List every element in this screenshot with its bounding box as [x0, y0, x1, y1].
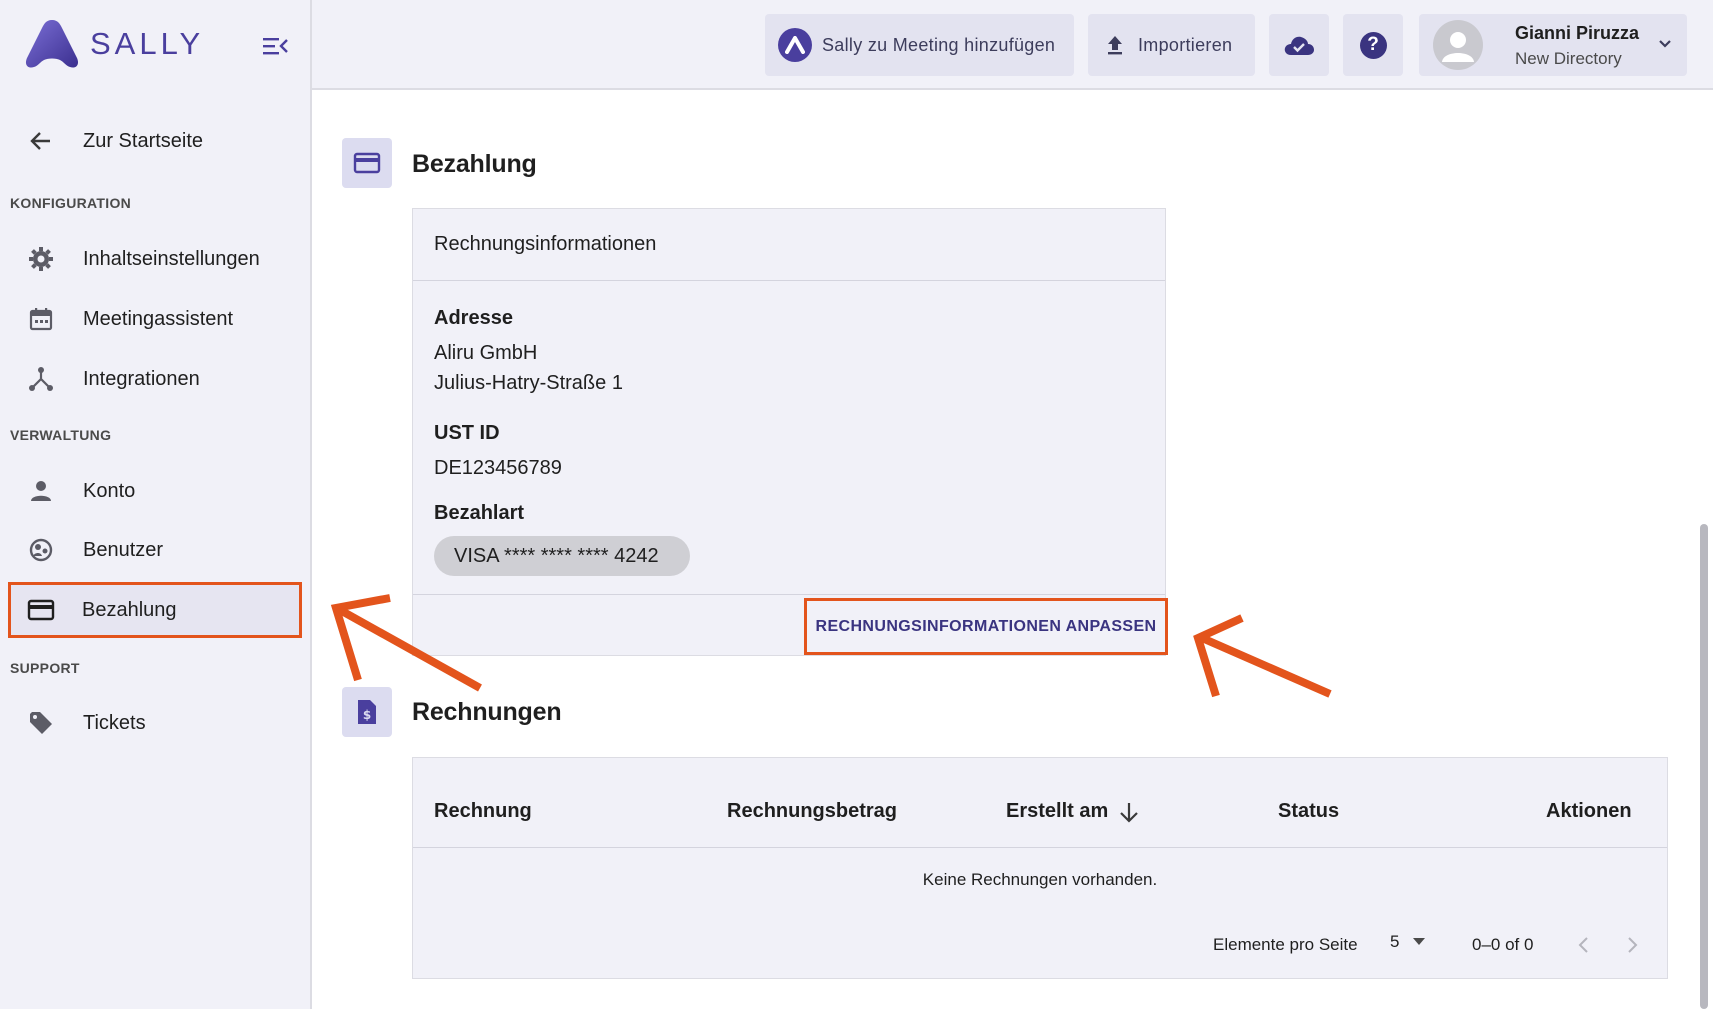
prev-page-icon[interactable]	[1577, 936, 1589, 954]
nav-back-label: Zur Startseite	[83, 129, 204, 152]
nav-meeting-label: Meetingassistent	[83, 307, 234, 330]
user-name: Gianni Piruzza	[1515, 23, 1640, 43]
credit-card-icon	[26, 595, 56, 625]
nav-benutzer[interactable]: Benutzer	[8, 523, 302, 577]
nav-benutzer-label: Benutzer	[83, 538, 164, 561]
adjust-billing-info-button[interactable]: RECHNUNGSINFORMATIONEN ANPASSEN	[804, 598, 1168, 655]
caret-down-icon	[1413, 938, 1426, 945]
cloud-done-icon	[1284, 36, 1314, 55]
tag-icon	[26, 708, 56, 738]
invoice-icon: $	[358, 700, 376, 724]
payment-method-chip: VISA **** **** **** 4242	[434, 536, 690, 576]
nav-bezahlung[interactable]: Bezahlung	[8, 582, 302, 638]
cloud-sync-button[interactable]	[1269, 14, 1329, 76]
col-created[interactable]: Erstellt am	[1006, 800, 1108, 823]
credit-card-icon	[353, 152, 381, 174]
import-label: Importieren	[1138, 34, 1233, 55]
pagination-range: 0–0 of 0	[1472, 935, 1534, 954]
collapse-menu-button[interactable]	[262, 34, 288, 58]
upload-icon	[1106, 34, 1124, 56]
address-line2: Julius-Hatry-Straße 1	[434, 372, 623, 394]
ust-value: DE123456789	[434, 457, 562, 479]
payment-title: Bezahlung	[412, 150, 537, 178]
empty-state-text: Keine Rechnungen vorhanden.	[922, 870, 1158, 889]
user-directory: New Directory	[1515, 49, 1622, 68]
ust-label: UST ID	[434, 422, 500, 444]
avatar	[1433, 20, 1483, 70]
nav-tickets[interactable]: Tickets	[8, 696, 302, 750]
nav-konto-label: Konto	[83, 479, 136, 502]
help-button[interactable]: ?	[1343, 14, 1403, 76]
sally-logo-icon	[25, 20, 79, 68]
billing-card-body: Adresse Aliru GmbH Julius-Hatry-Straße 1…	[413, 281, 1165, 595]
nav-konto[interactable]: Konto	[8, 464, 302, 518]
annotation-arrow-left	[330, 594, 482, 692]
calendar-icon	[26, 304, 56, 334]
users-globe-icon	[26, 535, 56, 565]
col-actions: Aktionen	[1546, 800, 1632, 822]
menu-collapse-icon	[263, 38, 288, 55]
address-line1: Aliru GmbH	[434, 342, 538, 364]
brand-name: SALLY	[90, 26, 205, 61]
add-sally-to-meeting-button[interactable]: Sally zu Meeting hinzufügen	[765, 14, 1074, 76]
gear-icon	[26, 244, 56, 274]
per-page-label: Elemente pro Seite	[1213, 935, 1358, 954]
col-amount[interactable]: Rechnungsbetrag	[727, 800, 897, 823]
nav-meetingassistent[interactable]: Meetingassistent	[8, 292, 302, 346]
sidebar: SALLY Zur Startseite KONFIGURATION Inhal…	[0, 0, 312, 1009]
nav-tickets-label: Tickets	[83, 711, 146, 734]
payment-section-icon	[342, 138, 392, 188]
billing-info-card: Rechnungsinformationen Adresse Aliru Gmb…	[412, 208, 1166, 656]
nav-integrationen-label: Integrationen	[83, 367, 200, 390]
section-konfiguration: KONFIGURATION	[10, 195, 132, 211]
billing-card-title: Rechnungsinformationen	[413, 209, 1165, 281]
col-invoice[interactable]: Rechnung	[434, 800, 532, 823]
address-label: Adresse	[434, 307, 513, 329]
nav-inhalt-label: Inhaltseinstellungen	[83, 247, 260, 270]
annotation-arrow-right	[1193, 614, 1332, 698]
person-icon	[26, 476, 56, 506]
chevron-down-icon	[1659, 40, 1671, 48]
sally-badge-icon	[778, 28, 812, 62]
section-verwaltung: VERWALTUNG	[10, 427, 112, 443]
sort-arrow-down-icon[interactable]	[1118, 800, 1140, 824]
user-menu[interactable]: Gianni Piruzza New Directory	[1419, 14, 1687, 76]
next-page-icon[interactable]	[1627, 936, 1639, 954]
help-icon: ?	[1359, 31, 1387, 59]
add-meeting-label: Sally zu Meeting hinzufügen	[822, 34, 1056, 55]
col-status[interactable]: Status	[1278, 800, 1339, 823]
per-page-value: 5	[1390, 932, 1400, 951]
nav-inhaltseinstellungen[interactable]: Inhaltseinstellungen	[8, 232, 302, 286]
arrow-left-icon	[26, 126, 56, 156]
sally-logo[interactable]: SALLY	[24, 18, 204, 70]
scrollbar[interactable]	[1700, 524, 1708, 1009]
section-support: SUPPORT	[10, 660, 80, 676]
nav-bezahlung-label: Bezahlung	[82, 598, 177, 621]
payment-method-label: Bezahlart	[434, 502, 525, 524]
invoices-table: Rechnung Rechnungsbetrag Erstellt am Sta…	[412, 757, 1668, 979]
nav-integrationen[interactable]: Integrationen	[8, 352, 302, 406]
per-page-select[interactable]: 5	[1390, 932, 1426, 952]
topbar: Sally zu Meeting hinzufügen Importieren …	[312, 0, 1713, 90]
table-header-divider	[413, 847, 1667, 848]
import-button[interactable]: Importieren	[1088, 14, 1255, 76]
nav-back-home[interactable]: Zur Startseite	[8, 114, 302, 168]
invoices-title: Rechnungen	[412, 698, 562, 726]
hub-icon	[26, 364, 56, 394]
svg-text:$: $	[363, 708, 371, 722]
